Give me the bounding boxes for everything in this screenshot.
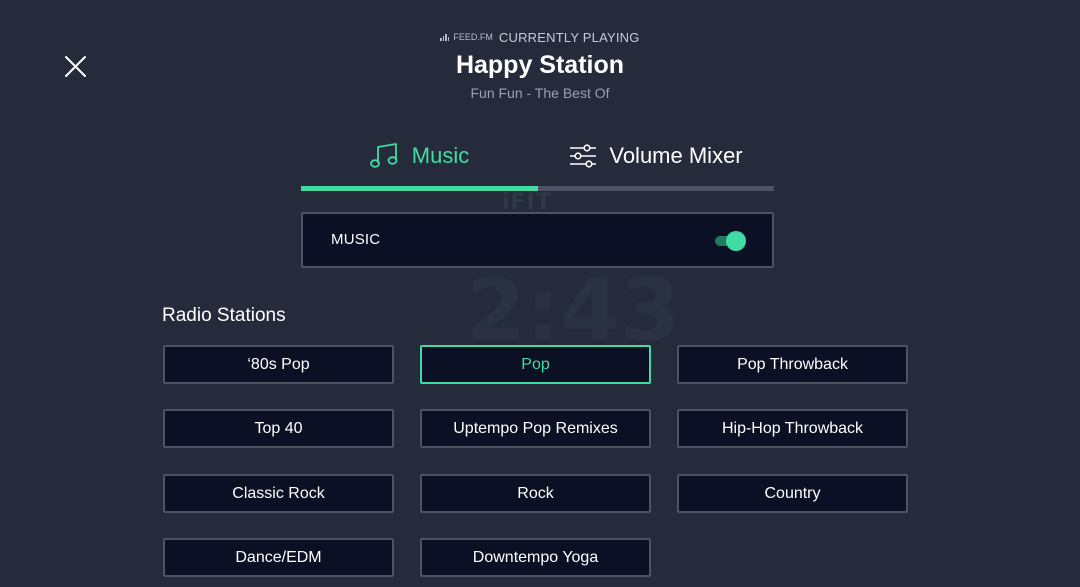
station-button[interactable]: Country (677, 474, 908, 513)
music-settings-screen: iFIT 2:43 FEED.FM CURRENTLY PLAYING Happ… (0, 0, 1080, 587)
station-title: Happy Station (455, 51, 625, 79)
tab-volume-mixer[interactable]: Volume Mixer (538, 136, 774, 176)
now-playing-header: FEED.FM CURRENTLY PLAYING (0, 28, 1080, 46)
sliders-icon (570, 144, 597, 168)
now-playing: FEED.FM CURRENTLY PLAYING Happy Station … (0, 28, 1080, 102)
music-toggle-label: MUSIC (331, 231, 381, 248)
station-button[interactable]: Top 40 (163, 409, 394, 448)
station-button[interactable]: Uptempo Pop Remixes (420, 409, 651, 448)
tab-volume-mixer-label: Volume Mixer (609, 143, 743, 168)
feed-fm-brand: FEED.FM (440, 32, 493, 42)
station-button[interactable]: Rock (420, 474, 651, 513)
currently-playing-label: CURRENTLY PLAYING (498, 29, 640, 45)
station-button-selected[interactable]: Pop (420, 345, 651, 384)
tab-music[interactable]: Music (301, 136, 538, 176)
background-timer: 2:43 (466, 261, 680, 361)
tab-bar: Music Volume Mixer (301, 136, 774, 176)
station-button[interactable]: Pop Throwback (677, 345, 908, 384)
station-button[interactable]: Hip-Hop Throwback (677, 409, 908, 448)
tab-track (301, 186, 774, 191)
music-toggle-row: MUSIC (301, 212, 774, 268)
station-button[interactable]: ‘80s Pop (163, 345, 394, 384)
station-button[interactable]: Classic Rock (163, 474, 394, 513)
tab-music-label: Music (411, 143, 470, 168)
track-subtitle: Fun Fun - The Best Of (470, 85, 610, 101)
feed-fm-label: FEED.FM (453, 32, 493, 42)
tab-active-indicator (301, 186, 538, 191)
radio-stations-title: Radio Stations (162, 305, 286, 326)
music-note-icon (369, 143, 398, 168)
music-toggle-switch[interactable] (715, 231, 747, 251)
equalizer-bars-icon (440, 33, 450, 41)
station-button[interactable]: Dance/EDM (163, 538, 394, 577)
station-button[interactable]: Downtempo Yoga (420, 538, 651, 577)
toggle-knob (726, 231, 746, 251)
